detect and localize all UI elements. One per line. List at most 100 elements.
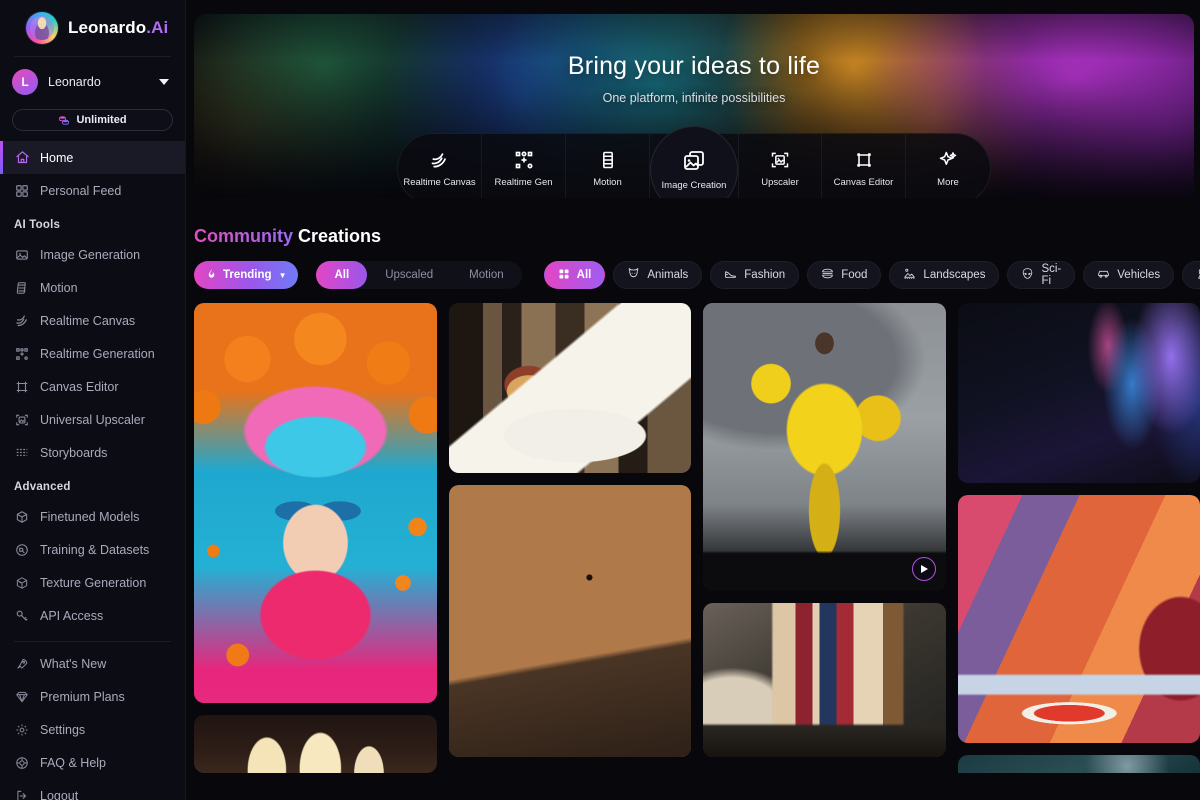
tool-motion[interactable]: Motion <box>566 134 650 198</box>
category-label: Vehicles <box>1117 269 1161 281</box>
upscale-icon <box>770 150 790 170</box>
category-chip-vehicles[interactable]: Vehicles <box>1083 261 1175 289</box>
main-content: Bring your ideas to life One platform, i… <box>186 0 1200 800</box>
diamond-icon <box>14 689 30 705</box>
hero-banner: Bring your ideas to life One platform, i… <box>194 14 1194 198</box>
category-label: Food <box>841 269 868 281</box>
sidebar-item-storyboards[interactable]: Storyboards <box>0 436 185 469</box>
sidebar-item-label: Training & Datasets <box>40 542 150 557</box>
grid-icon <box>14 183 30 199</box>
sidebar-item-label: Texture Generation <box>40 575 147 590</box>
sparkles-icon <box>938 150 958 170</box>
category-chip-anime[interactable]: Anime <box>1182 261 1200 289</box>
gallery-column <box>703 303 946 773</box>
tool-label: Canvas Editor <box>833 177 894 188</box>
teal-abstract-artwork[interactable] <box>957 755 1200 773</box>
sidebar-section-advanced: Advanced <box>14 481 71 493</box>
tool-more[interactable]: More <box>906 134 990 198</box>
sidebar-item-logout[interactable]: Logout <box>0 779 185 800</box>
image-icon <box>14 247 30 263</box>
sidebar-item-universal-upscaler[interactable]: Universal Upscaler <box>0 403 185 436</box>
tool-label: Image Creation <box>661 180 727 191</box>
sort-dropdown-trending[interactable]: Trending ▼ <box>194 261 299 289</box>
sidebar-item-premium-plans[interactable]: Premium Plans <box>0 680 185 713</box>
handbag-artwork[interactable] <box>703 603 946 757</box>
burger-signore-artwork[interactable] <box>448 303 691 473</box>
tool-label: Realtime Canvas <box>403 177 476 188</box>
film-icon <box>598 150 618 170</box>
sidebar-item-label: Storyboards <box>40 445 108 460</box>
artwork-image <box>448 303 691 473</box>
sidebar-nav: Home Personal Feed AI Tools Image Genera… <box>0 141 185 800</box>
artwork-image <box>957 495 1200 743</box>
sidebar-item-realtime-canvas[interactable]: Realtime Canvas <box>0 304 185 337</box>
storyboard-icon <box>14 445 30 461</box>
tool-upscaler[interactable]: Upscaler <box>738 134 822 198</box>
filter-bar: Trending ▼ All Upscaled Motion All Anima… <box>194 261 1200 289</box>
sidebar-item-faq-help[interactable]: FAQ & Help <box>0 746 185 779</box>
type-filter-upscaled[interactable]: Upscaled <box>367 261 451 289</box>
brush-icon <box>430 150 450 170</box>
sort-label: Trending <box>223 269 272 281</box>
tool-canvas-editor[interactable]: Canvas Editor <box>822 134 906 198</box>
tool-realtime-gen[interactable]: Realtime Gen <box>482 134 566 198</box>
sidebar-item-personal-feed[interactable]: Personal Feed <box>0 174 185 207</box>
gallery-column <box>194 303 437 773</box>
sidebar-item-training-datasets[interactable]: Training & Datasets <box>0 533 185 566</box>
avatar: L <box>12 69 38 95</box>
page-title: Community Creations <box>194 226 1200 247</box>
brush-icon <box>14 313 30 329</box>
sidebar-item-api-access[interactable]: API Access <box>0 599 185 632</box>
texture-cube-icon <box>14 575 30 591</box>
yellow-suit-artwork[interactable] <box>703 303 946 591</box>
chameleon-artwork[interactable] <box>448 485 691 757</box>
gallery-column <box>957 303 1200 773</box>
grid-icon <box>558 268 570 283</box>
tool-image-creation[interactable]: Image Creation <box>650 126 738 198</box>
sidebar: Leonardo.Ai L Leonardo Unlimited Home Pe… <box>0 0 186 800</box>
type-filter-group: All Upscaled Motion <box>316 261 522 289</box>
sidebar-item-settings[interactable]: Settings <box>0 713 185 746</box>
sidebar-item-finetuned-models[interactable]: Finetuned Models <box>0 500 185 533</box>
sidebar-item-canvas-editor[interactable]: Canvas Editor <box>0 370 185 403</box>
category-chip-animals[interactable]: Animals <box>613 261 703 289</box>
chevron-down-icon[interactable] <box>159 79 169 85</box>
type-filter-all[interactable]: All <box>316 261 368 289</box>
sidebar-item-motion[interactable]: Motion <box>0 271 185 304</box>
brand[interactable]: Leonardo.Ai <box>0 0 185 56</box>
red-plate-artwork[interactable] <box>957 495 1200 743</box>
upscale-icon <box>14 412 30 428</box>
sidebar-item-texture-generation[interactable]: Texture Generation <box>0 566 185 599</box>
tool-switcher: Realtime Canvas Realtime Gen Motion Imag… <box>397 126 991 198</box>
meringue-artwork[interactable] <box>194 715 437 773</box>
frame-icon <box>854 150 874 170</box>
leonardo-logo-icon <box>26 12 58 44</box>
account-switcher[interactable]: L Leonardo <box>0 57 185 107</box>
plan-badge[interactable]: Unlimited <box>12 109 173 131</box>
tool-realtime-canvas[interactable]: Realtime Canvas <box>398 134 482 198</box>
sidebar-item-label: Home <box>40 150 74 165</box>
category-chip-food[interactable]: Food <box>807 261 882 289</box>
sidebar-item-whats-new[interactable]: What's New <box>0 647 185 680</box>
category-chip-all[interactable]: All <box>543 261 606 289</box>
play-icon[interactable] <box>911 557 936 581</box>
category-chip-landscapes[interactable]: Landscapes <box>889 261 1000 289</box>
sidebar-item-image-generation[interactable]: Image Generation <box>0 238 185 271</box>
artwork-image <box>194 715 437 773</box>
brand-title-suffix: Ai <box>151 18 169 37</box>
sidebar-item-label: Finetuned Models <box>40 509 140 524</box>
abstract-swirl-artwork[interactable] <box>957 303 1200 483</box>
sidebar-item-label: Motion <box>40 280 78 295</box>
sidebar-item-home[interactable]: Home <box>0 141 185 174</box>
anime-icon <box>1196 267 1200 283</box>
sidebar-item-realtime-generation[interactable]: Realtime Generation <box>0 337 185 370</box>
key-icon <box>14 608 30 624</box>
category-chip-scifi[interactable]: Sci-Fi <box>1007 261 1076 289</box>
type-filter-motion[interactable]: Motion <box>451 261 522 289</box>
cube-icon <box>14 509 30 525</box>
frame-icon <box>14 379 30 395</box>
category-chip-fashion[interactable]: Fashion <box>710 261 800 289</box>
portrait-oranges-artwork[interactable] <box>194 303 437 703</box>
sidebar-item-label: API Access <box>40 608 104 623</box>
gear-icon <box>14 722 30 738</box>
